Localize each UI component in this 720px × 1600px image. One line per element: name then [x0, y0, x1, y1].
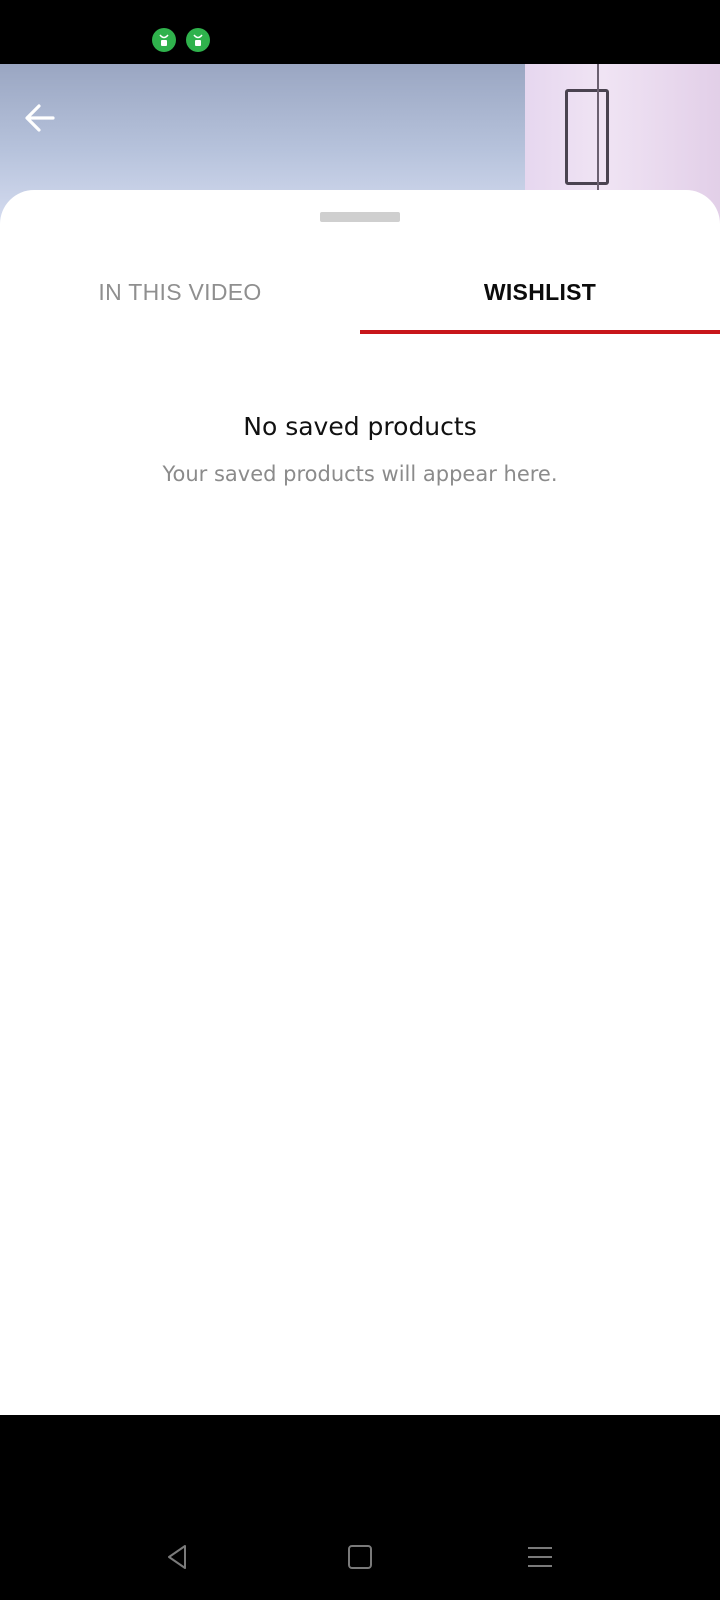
menu-lines-icon	[528, 1547, 552, 1567]
status-bar	[0, 0, 720, 64]
back-button[interactable]	[14, 92, 66, 144]
tab-in-this-video[interactable]: IN THIS VIDEO	[0, 250, 360, 334]
door-edge	[597, 64, 599, 194]
wishlist-bottom-sheet: IN THIS VIDEO WISHLIST No saved products…	[0, 190, 720, 1415]
tab-wishlist[interactable]: WISHLIST	[360, 250, 720, 334]
back-triangle-icon	[168, 1545, 186, 1569]
tab-selected-indicator	[360, 330, 720, 334]
nav-menu-button[interactable]	[516, 1533, 564, 1581]
nav-back-button[interactable]	[154, 1533, 202, 1581]
system-navigation-bar	[0, 1415, 720, 1600]
android-notification-icon	[152, 28, 176, 52]
empty-state-title: No saved products	[243, 412, 477, 441]
nav-home-button[interactable]	[336, 1533, 384, 1581]
door-hinge	[565, 89, 609, 185]
empty-state-subtitle: Your saved products will appear here.	[162, 462, 558, 486]
drag-handle[interactable]	[320, 212, 400, 222]
home-square-icon	[348, 1545, 372, 1569]
tab-bar: IN THIS VIDEO WISHLIST	[0, 250, 720, 334]
arrow-left-icon	[25, 104, 55, 132]
android-notification-icon	[186, 28, 210, 52]
